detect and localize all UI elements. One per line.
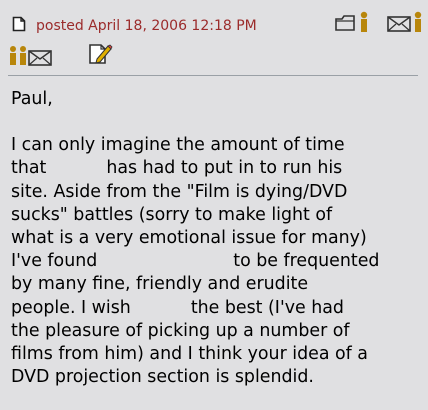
message-line: people. I wish the best (I've had xyxy=(11,297,423,320)
post-divider xyxy=(8,75,418,76)
message-word: that xyxy=(11,158,47,179)
document-icon xyxy=(12,16,26,36)
message-paragraph: I can only imagine the amount of time th… xyxy=(11,134,423,389)
message-line: films from him) and I think your idea of… xyxy=(11,344,368,365)
message-text: people. I wish xyxy=(11,297,131,318)
message-line: I've found to be frequented xyxy=(11,250,423,273)
message-text: the best (I've had xyxy=(190,297,344,318)
email-icon[interactable] xyxy=(386,11,428,37)
private-message-icon[interactable] xyxy=(8,45,56,71)
edit-icon[interactable] xyxy=(87,42,113,70)
message-line: sucks" battles (sorry to make light of xyxy=(11,204,333,225)
message-line: by many fine, friendly and erudite xyxy=(11,274,309,295)
message-line: the pleasure of picking up a number of xyxy=(11,320,350,341)
message-greeting: Paul, xyxy=(11,89,53,109)
message-text: has had to put in to run his xyxy=(106,158,343,179)
post-header: posted April 18, 2006 12:18 PM xyxy=(0,0,428,74)
message-body: Paul, I can only imagine the amount of t… xyxy=(11,88,423,389)
profile-icon[interactable] xyxy=(334,11,376,37)
message-text: to be frequented xyxy=(233,251,380,272)
message-line: I can only imagine the amount of time xyxy=(11,135,345,156)
message-text: I've found xyxy=(11,251,98,272)
posted-date: posted April 18, 2006 12:18 PM xyxy=(36,18,257,34)
message-line: that has had to put in to run his xyxy=(11,157,423,180)
message-line: what is a very emotional issue for many) xyxy=(11,228,367,249)
message-line: site. Aside from the "Film is dying/DVD xyxy=(11,181,348,202)
message-line: DVD projection section is splendid. xyxy=(11,367,314,388)
